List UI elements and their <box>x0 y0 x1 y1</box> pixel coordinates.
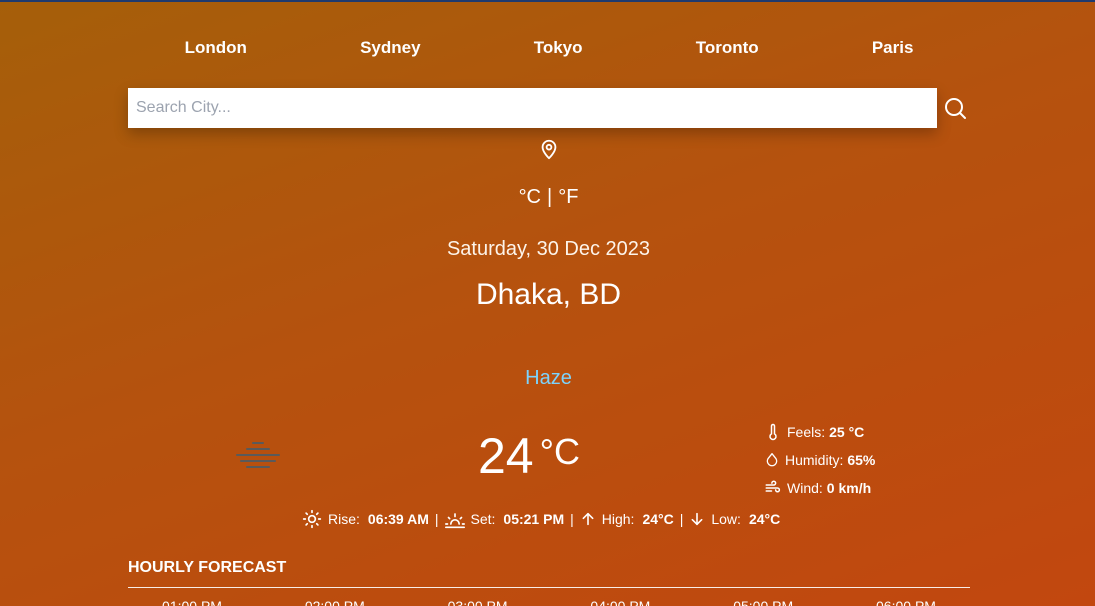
arrow-down-icon <box>691 512 703 526</box>
city-button-sydney[interactable]: Sydney <box>350 38 430 58</box>
sunrise-icon <box>302 509 322 529</box>
search-icon[interactable] <box>943 96 967 120</box>
hourly-time: 06:00 PM <box>876 598 936 606</box>
temperature-unit: °C <box>539 431 581 472</box>
humidity-value: 65% <box>847 452 876 468</box>
thermometer-icon <box>769 423 777 441</box>
hourly-forecast-list: 01:00 PM 02:00 PM 03:00 PM 04:00 PM 05:0… <box>128 598 970 606</box>
local-date: Saturday, 30 Dec 2023 <box>446 238 651 260</box>
city-button-tokyo[interactable]: Tokyo <box>524 38 593 58</box>
hourly-forecast-title: HOURLY FORECAST <box>128 559 287 576</box>
high-temp-value: 24°C <box>642 511 674 527</box>
wind-value: 0 km/h <box>826 480 872 496</box>
hourly-time: 01:00 PM <box>162 598 222 606</box>
sunrise-value: 06:39 AM <box>367 511 429 527</box>
forecast-divider <box>128 587 970 588</box>
city-button-london[interactable]: London <box>175 38 257 58</box>
weather-condition: Haze <box>525 367 572 389</box>
feels-like-value: 25 °C <box>829 424 865 440</box>
hourly-time: 02:00 PM <box>304 598 365 606</box>
droplet-icon <box>766 453 778 467</box>
arrow-up-icon <box>582 512 594 526</box>
feels-like-label: Feels: <box>787 424 826 440</box>
unit-toggle: °C | °F <box>0 186 1095 209</box>
wind-label: Wind: <box>787 480 823 496</box>
hourly-time: 05:00 PM <box>733 598 794 606</box>
wind-icon <box>765 480 781 493</box>
celsius-button[interactable]: °C <box>519 186 541 208</box>
current-temperature: 24 °C <box>478 426 580 486</box>
city-button-paris[interactable]: Paris <box>862 38 924 58</box>
haze-icon <box>236 442 280 468</box>
separator: | <box>679 511 684 527</box>
city-button-toronto[interactable]: Toronto <box>686 38 769 58</box>
fahrenheit-button[interactable]: °F <box>558 186 578 208</box>
weather-details: Feels: 25 °C Humidity: 65% Wind: 0 km/h <box>764 418 875 502</box>
unit-separator: | <box>547 186 553 208</box>
top-cities-nav: London Sydney Tokyo Toronto Paris <box>128 38 970 58</box>
sunset-label: Set: <box>470 511 496 527</box>
feels-like-row: Feels: 25 °C <box>764 418 875 446</box>
sunrise-item: Rise: 06:39 AM <box>302 509 429 529</box>
temperature-value: 24 <box>478 428 534 484</box>
high-temp-item: High: 24°C <box>580 511 674 527</box>
hourly-time: 03:00 PM <box>447 598 508 606</box>
sun-and-range-row: Rise: 06:39 AM | Set: 05:21 PM | High: 24°C… <box>302 509 780 529</box>
map-pin-icon[interactable] <box>538 138 560 160</box>
separator: | <box>570 511 574 527</box>
humidity-row: Humidity: 65% <box>764 446 875 474</box>
separator: | <box>434 511 439 527</box>
sunset-value: 05:21 PM <box>503 511 565 527</box>
location-name: Dhaka, BD <box>475 278 622 311</box>
sunrise-label: Rise: <box>328 511 360 527</box>
humidity-label: Humidity: <box>785 452 844 468</box>
wind-row: Wind: 0 km/h <box>764 474 875 502</box>
hourly-time: 04:00 PM <box>590 598 651 606</box>
search-input[interactable] <box>128 88 937 128</box>
low-temp-label: Low: <box>711 511 741 527</box>
low-temp-value: 24°C <box>748 511 781 527</box>
low-temp-item: Low: 24°C <box>689 511 780 527</box>
search-bar <box>128 88 970 128</box>
sunset-item: Set: 05:21 PM <box>444 509 565 529</box>
high-temp-label: High: <box>601 511 635 527</box>
sunset-icon <box>444 513 465 529</box>
